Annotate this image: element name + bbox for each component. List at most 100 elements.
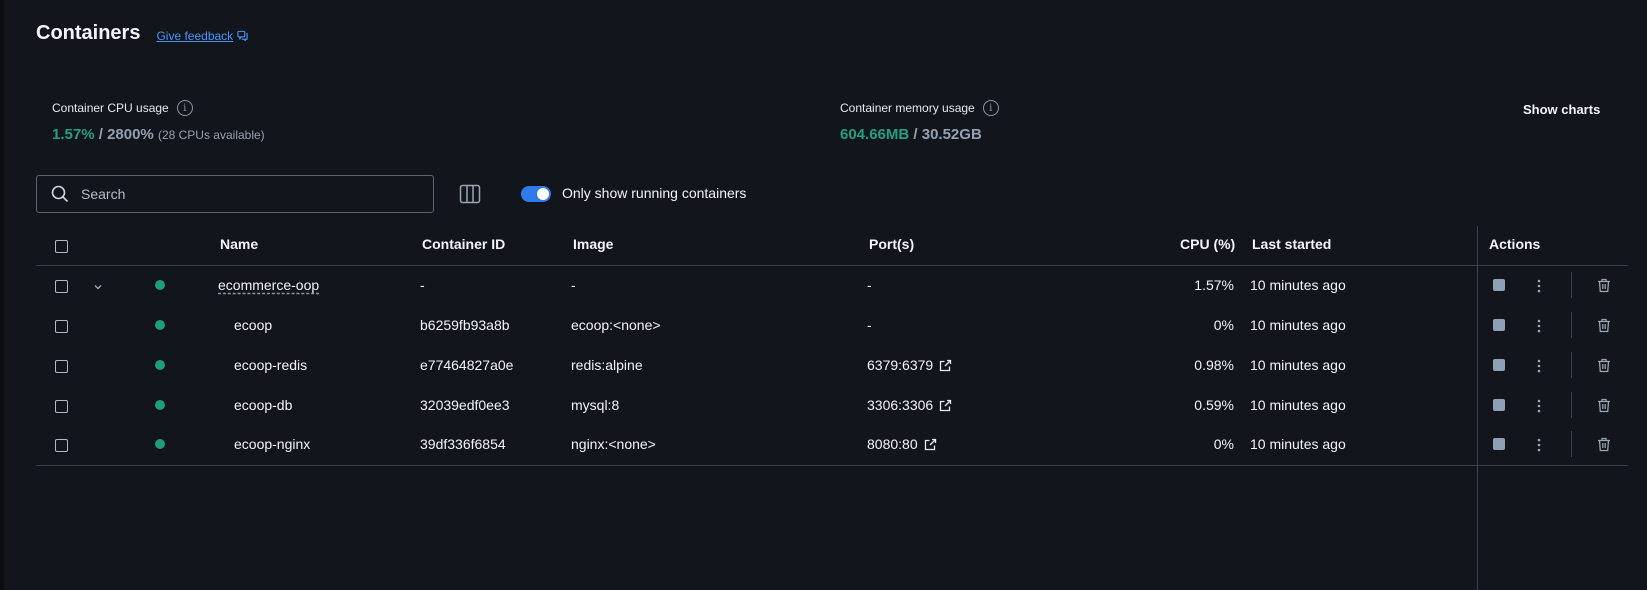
memory-total-value: 30.52GB xyxy=(921,126,982,143)
cpu-usage-label: Container CPU usage xyxy=(52,101,169,115)
search-input[interactable] xyxy=(81,186,411,202)
column-header-cpu[interactable]: CPU (%) xyxy=(1180,236,1235,252)
window-edge xyxy=(0,0,4,590)
column-header-image[interactable]: Image xyxy=(573,236,613,252)
project-name-link[interactable]: ecommerce-oop xyxy=(218,277,319,293)
select-all-checkbox[interactable] xyxy=(55,240,68,253)
external-link-icon[interactable] xyxy=(939,359,952,372)
cpu-cell: 0% xyxy=(1213,317,1234,333)
external-link-icon[interactable] xyxy=(924,438,937,451)
action-divider xyxy=(1571,392,1572,418)
last-started-cell: 10 minutes ago xyxy=(1250,277,1346,293)
status-running-dot xyxy=(155,320,165,330)
column-header-container-id[interactable]: Container ID xyxy=(422,236,505,252)
status-running-dot xyxy=(155,280,165,290)
image-cell: - xyxy=(571,277,576,293)
chevron-down-icon[interactable] xyxy=(93,282,103,292)
memory-usage-label: Container memory usage xyxy=(840,101,975,115)
delete-trash-icon[interactable] xyxy=(1597,437,1611,452)
image-cell[interactable]: redis:alpine xyxy=(571,357,643,373)
stop-button[interactable] xyxy=(1493,438,1505,450)
image-cell[interactable]: mysql:8 xyxy=(571,397,619,413)
container-id-cell: 32039edf0ee3 xyxy=(420,397,510,413)
ports-cell[interactable]: 6379:6379 xyxy=(867,357,952,373)
port-link[interactable]: 6379:6379 xyxy=(867,357,933,373)
container-id-cell: e77464827a0e xyxy=(420,357,514,373)
image-cell[interactable]: nginx:<none> xyxy=(571,436,656,452)
memory-separator: / xyxy=(909,126,922,143)
cpu-cell: 0.59% xyxy=(1194,397,1234,413)
column-header-ports[interactable]: Port(s) xyxy=(869,236,914,252)
header-divider xyxy=(36,265,1628,266)
last-started-cell: 10 minutes ago xyxy=(1250,317,1346,333)
running-only-toggle[interactable] xyxy=(521,186,551,202)
memory-usage-stat: Container memory usage i 604.66MB / 30.5… xyxy=(840,100,999,143)
feedback-chat-icon xyxy=(237,30,248,41)
action-divider xyxy=(1571,431,1572,457)
row-checkbox[interactable] xyxy=(55,320,68,333)
column-settings-icon[interactable] xyxy=(459,184,481,204)
cpu-info-icon[interactable]: i xyxy=(176,100,193,116)
cpu-cell: 1.57% xyxy=(1194,277,1234,293)
status-running-dot xyxy=(155,400,165,410)
container-name-cell[interactable]: ecoop-db xyxy=(234,397,292,413)
container-name-cell[interactable]: ecoop-nginx xyxy=(234,436,310,452)
cpu-total-value: 2800% xyxy=(107,126,154,143)
more-options-icon[interactable] xyxy=(1537,319,1541,333)
cpu-separator: / xyxy=(94,126,108,143)
cpu-cell: 0% xyxy=(1213,436,1234,452)
search-icon xyxy=(51,185,69,203)
external-link-icon[interactable] xyxy=(939,399,952,412)
cpu-usage-stat: Container CPU usage i 1.57% / 2800% (28 … xyxy=(52,100,265,143)
stop-button[interactable] xyxy=(1493,319,1505,331)
actions-column-divider xyxy=(1477,226,1478,590)
delete-trash-icon[interactable] xyxy=(1597,398,1611,413)
more-options-icon[interactable] xyxy=(1537,279,1541,293)
action-divider xyxy=(1571,312,1572,338)
row-checkbox[interactable] xyxy=(55,360,68,373)
stop-button[interactable] xyxy=(1493,359,1505,371)
row-checkbox[interactable] xyxy=(55,280,68,293)
memory-info-icon[interactable]: i xyxy=(982,100,999,116)
container-name-cell[interactable]: ecoop-redis xyxy=(234,357,307,373)
more-options-icon[interactable] xyxy=(1537,399,1541,413)
ports-cell: - xyxy=(867,277,872,293)
column-header-last-started[interactable]: Last started xyxy=(1252,236,1331,252)
port-link[interactable]: 3306:3306 xyxy=(867,397,933,413)
cpu-cell: 0.98% xyxy=(1194,357,1234,373)
show-charts-button[interactable]: Show charts xyxy=(1523,102,1600,117)
last-started-cell: 10 minutes ago xyxy=(1250,436,1346,452)
memory-used-value: 604.66MB xyxy=(840,126,910,143)
row-checkbox[interactable] xyxy=(55,400,68,413)
action-divider xyxy=(1571,272,1572,298)
stop-button[interactable] xyxy=(1493,279,1505,291)
delete-trash-icon[interactable] xyxy=(1597,318,1611,333)
container-id-cell: b6259fb93a8b xyxy=(420,317,510,333)
container-id-cell: 39df336f6854 xyxy=(420,436,506,452)
more-options-icon[interactable] xyxy=(1537,359,1541,373)
column-header-actions: Actions xyxy=(1489,236,1541,252)
delete-trash-icon[interactable] xyxy=(1597,278,1611,293)
action-divider xyxy=(1571,352,1572,378)
give-feedback-link[interactable]: Give feedback xyxy=(156,29,248,43)
table-bottom-divider xyxy=(36,465,1628,466)
search-box[interactable] xyxy=(36,175,434,213)
more-options-icon[interactable] xyxy=(1537,438,1541,452)
image-cell[interactable]: ecoop:<none> xyxy=(571,317,661,333)
row-checkbox[interactable] xyxy=(55,439,68,452)
page-title: Containers xyxy=(36,22,141,44)
container-id-cell: - xyxy=(420,277,425,293)
status-running-dot xyxy=(155,360,165,370)
cpu-used-value: 1.57% xyxy=(52,126,95,143)
port-link[interactable]: 8080:80 xyxy=(867,436,918,452)
ports-cell[interactable]: 8080:80 xyxy=(867,436,937,452)
stop-button[interactable] xyxy=(1493,399,1505,411)
delete-trash-icon[interactable] xyxy=(1597,358,1611,373)
container-name-cell[interactable]: ecoop xyxy=(234,317,272,333)
column-header-name[interactable]: Name xyxy=(220,236,258,252)
page-header: Containers Give feedback xyxy=(36,22,248,45)
toggle-knob xyxy=(537,188,549,200)
ports-cell[interactable]: 3306:3306 xyxy=(867,397,952,413)
ports-cell: - xyxy=(867,317,872,333)
cpu-available-note: (28 CPUs available) xyxy=(157,128,265,142)
